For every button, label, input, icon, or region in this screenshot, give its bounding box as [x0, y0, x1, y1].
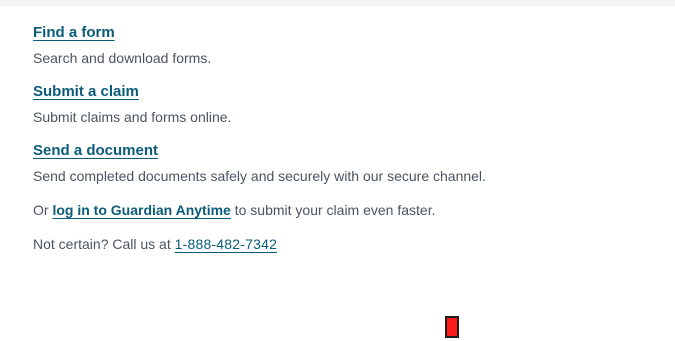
phone-line-prefix: Not certain? Call us at — [33, 236, 175, 252]
phone-line: Not certain? Call us at 1-888-482-7342 — [33, 235, 668, 253]
send-document-item: Send a document Send completed documents… — [33, 142, 668, 185]
find-form-link[interactable]: Find a form — [33, 24, 115, 42]
red-marker — [445, 316, 459, 338]
login-guardian-anytime-link[interactable]: log in to Guardian Anytime — [52, 202, 230, 218]
help-actions-list: Find a form Search and download forms. S… — [33, 24, 668, 253]
submit-claim-link[interactable]: Submit a claim — [33, 83, 139, 101]
find-form-item: Find a form Search and download forms. — [33, 24, 668, 67]
top-border — [0, 0, 675, 6]
help-panel: Find a form Search and download forms. S… — [0, 0, 675, 341]
submit-claim-item: Submit a claim Submit claims and forms o… — [33, 83, 668, 126]
send-document-description: Send completed documents safely and secu… — [33, 168, 486, 184]
find-form-description: Search and download forms. — [33, 50, 212, 66]
login-line-suffix: to submit your claim even faster. — [230, 202, 436, 218]
login-line-prefix: Or — [33, 202, 53, 218]
phone-number-link[interactable]: 1-888-482-7342 — [175, 236, 277, 252]
send-document-link[interactable]: Send a document — [33, 142, 158, 160]
login-line: Or log in to Guardian Anytime to submit … — [33, 201, 668, 219]
submit-claim-description: Submit claims and forms online. — [33, 109, 232, 125]
